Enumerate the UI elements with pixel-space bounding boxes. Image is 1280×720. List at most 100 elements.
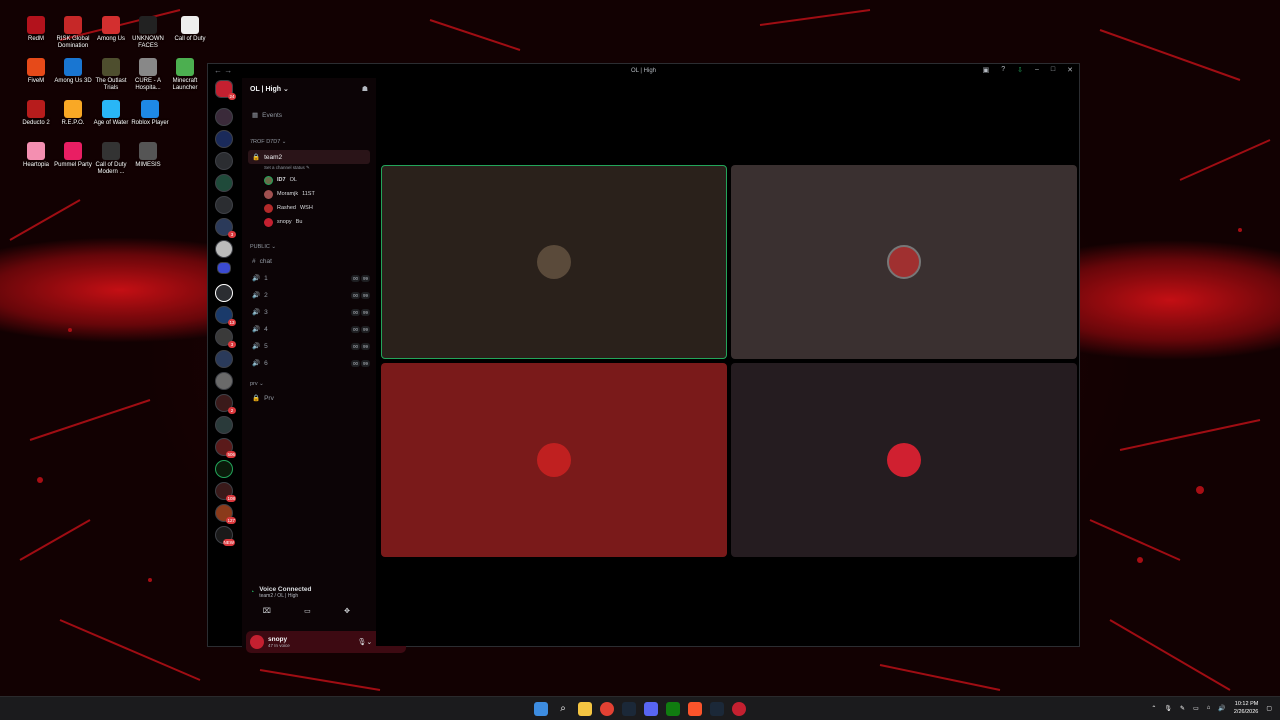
folder-icon[interactable] [217,262,231,274]
server-header[interactable]: OL | High ⌄ ☗ [242,78,376,100]
server-icon[interactable] [215,130,233,148]
desktop-icon-repo[interactable]: R.E.P.O. [53,100,93,127]
desktop-icon-fivem[interactable]: FiveM [16,58,56,85]
desktop-icon-heartopia[interactable]: Heartopia [16,142,56,169]
minimize-button[interactable]: – [1035,66,1039,74]
desktop-icon-among-us[interactable]: Among Us [91,16,131,43]
microphone-icon[interactable]: 🎙⌄ [357,638,372,646]
server-icon[interactable]: 3 [215,328,236,348]
maximize-button[interactable]: □ [1051,66,1055,74]
desktop-icon-outlast-trials[interactable]: The Outlast Trials [91,58,131,92]
add-member-icon[interactable]: ☗ [362,85,368,93]
server-icon-selected[interactable] [215,284,233,302]
screen-share-icon[interactable]: ▭ [304,607,311,615]
participant-tile[interactable] [381,363,727,557]
voice-channel[interactable]: 🔊 3 00 99 [248,305,370,319]
voice-channel[interactable]: 🔊 1 00 99 [248,271,370,285]
back-forward-icon[interactable]: ← → [214,66,232,75]
steam-icon[interactable] [622,702,636,716]
participant-tile[interactable] [381,165,727,359]
file-explorer-icon[interactable] [578,702,592,716]
channel-status[interactable]: Set a channel status ✎ [264,165,310,171]
server-icon[interactable]: 108 [215,482,236,502]
server-icon[interactable]: 3 [215,218,236,238]
chevron-up-icon[interactable]: ⌃ [1151,705,1156,712]
server-icon[interactable]: 2 [215,394,236,414]
activities-icon[interactable]: ✥ [344,607,350,615]
voice-connected-location[interactable]: team2 / OL | High [259,593,311,599]
desktop-icon-cod-modern[interactable]: Call of Duty Modern ... [91,142,131,176]
speaker-icon: 🔊 [252,292,261,299]
volume-icon[interactable]: 🔊 [1218,705,1225,712]
server-icon[interactable]: 127 [215,504,236,524]
voice-channel[interactable]: 🔊 4 00 99 [248,322,370,336]
voice-channel-team2[interactable]: 🔒 team2 [248,150,370,164]
start-button-icon[interactable] [534,702,548,716]
desktop-icon-label: UNKNOWN FACES [132,36,164,49]
server-icon[interactable] [215,372,233,390]
voice-user[interactable]: Rashed WSH [264,202,313,214]
server-icon[interactable] [215,416,233,434]
category-label: 7ROF D7D7 [250,139,281,145]
signal-icon[interactable]: ◔ [250,589,254,596]
desktop-icon-roblox[interactable]: Roblox Player [130,100,170,127]
category-prv[interactable]: prv ⌄ [250,381,264,387]
discord-icon[interactable] [644,702,658,716]
server-icon[interactable]: 13 [215,306,236,326]
desktop-icon-pummel-party[interactable]: Pummel Party [53,142,93,169]
search-icon[interactable]: ⌕ [556,702,570,716]
direct-messages-icon[interactable]: 24 [215,80,236,100]
text-channel-chat[interactable]: # chat [248,254,370,268]
desktop-icon-age-of-water[interactable]: Age of Water [91,100,131,127]
desktop-icon-cure[interactable]: CURE - A Hospita... [128,58,168,92]
notifications-icon[interactable]: ▢ [1266,705,1272,712]
network-icon[interactable]: ⌂ [1207,705,1211,711]
app-icon[interactable] [732,702,746,716]
clock[interactable]: 10:12 PM 2/26/2026 [1234,700,1258,716]
desktop-icon-unknown-faces[interactable]: UNKNOWN FACES [128,16,168,50]
pen-icon[interactable]: ✎ [1180,705,1185,712]
server-icon[interactable] [215,108,233,126]
events-item[interactable]: ▦ Events [248,108,370,122]
voice-channel-prv[interactable]: 🔒 Prv [248,391,370,405]
voice-user[interactable]: snopy Bu [264,216,302,228]
desktop-icon-deducto[interactable]: Deducto 2 [16,100,56,127]
voice-user[interactable]: Moramjk 11ST [264,188,315,200]
category-team[interactable]: 7ROF D7D7 ⌄ [250,139,286,145]
microphone-icon[interactable]: 🎙 [1164,705,1172,712]
category-public[interactable]: PUBLIC ⌄ [250,244,276,250]
desktop-icon-call-of-duty[interactable]: Call of Duty [170,16,210,43]
server-icon[interactable]: NEW [215,526,235,546]
download-icon[interactable]: ⇩ [1017,66,1023,74]
server-icon[interactable] [215,240,233,258]
cod-modern-icon [102,142,120,160]
close-button[interactable]: ✕ [1067,66,1073,74]
desktop-icon-mimesis[interactable]: MIMESIS [128,142,168,169]
server-icon[interactable] [215,350,233,368]
voice-channel[interactable]: 🔊 5 00 99 [248,339,370,353]
server-icon[interactable] [215,174,233,192]
camera-off-icon[interactable]: ⌧ [263,607,271,615]
participant-tile[interactable] [731,363,1077,557]
help-icon[interactable]: ? [1001,66,1005,74]
server-icon[interactable] [215,152,233,170]
participant-tile[interactable] [731,165,1077,359]
voice-channel[interactable]: 🔊 6 00 99 [248,356,370,370]
desktop-icon-redm[interactable]: RedM [16,16,56,43]
desktop-icon-risk[interactable]: RISK Global Domination [53,16,93,50]
server-icon[interactable] [215,460,233,478]
inbox-icon[interactable]: ▣ [983,66,990,74]
desktop-icon-among-us-3d[interactable]: Among Us 3D [53,58,93,85]
voice-user[interactable]: ID7 OL [264,174,297,186]
server-icon[interactable] [215,196,233,214]
voice-channel[interactable]: 🔊 2 00 99 [248,288,370,302]
display-icon[interactable]: ▭ [1193,705,1199,712]
server-icon[interactable]: 506 [215,438,236,458]
chrome-icon[interactable] [600,702,614,716]
xbox-icon[interactable] [666,702,680,716]
category-label: prv [250,381,258,387]
steam-icon[interactable] [710,702,724,716]
brave-icon[interactable] [688,702,702,716]
desktop-icon-minecraft[interactable]: Minecraft Launcher [165,58,205,92]
avatar[interactable] [250,635,264,649]
